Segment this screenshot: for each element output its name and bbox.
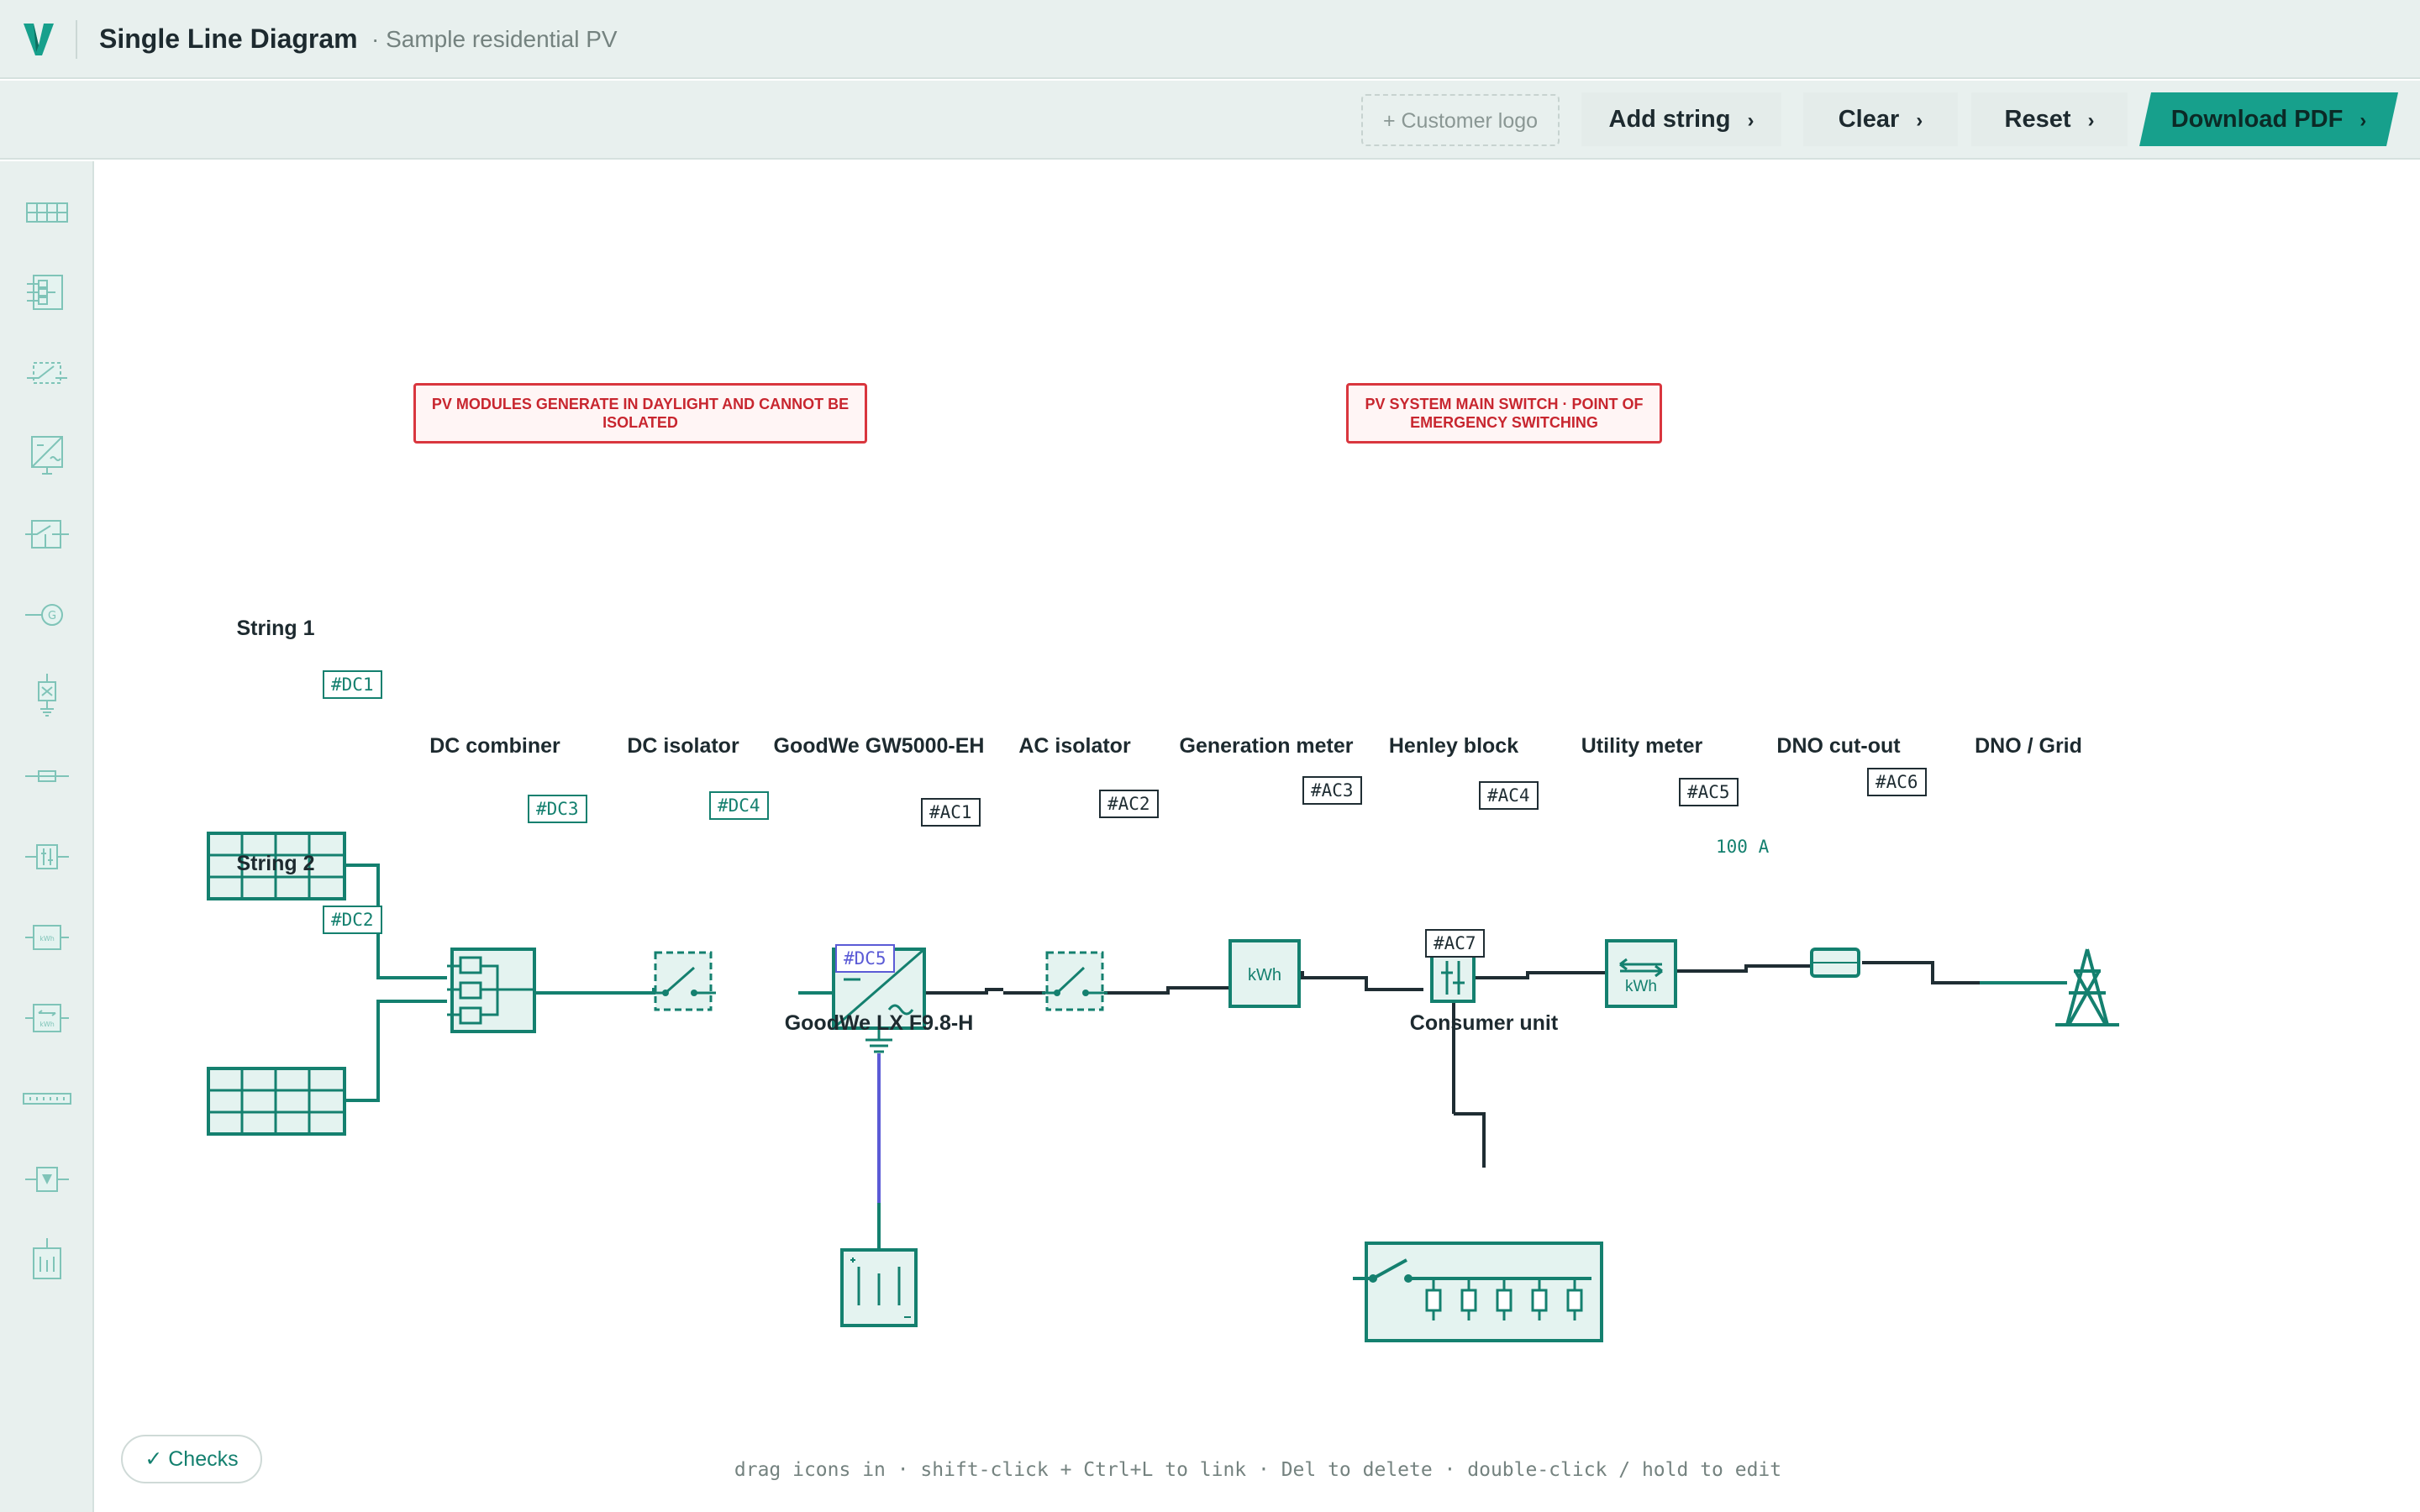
toolbar: + Customer logo Add string › Clear › Reset… — [0, 81, 2420, 160]
cable-tag-ac1[interactable]: #AC1 — [921, 798, 981, 827]
generation-meter-symbol[interactable]: kWh — [1228, 939, 1301, 1008]
single-line-diagram: kWh kWh — [207, 832, 2119, 1342]
label-dno-cutout[interactable]: DNO cut-out — [1776, 732, 1900, 759]
chevron-right-icon: › — [1916, 109, 1923, 132]
label-string-1[interactable]: String 1 — [236, 615, 314, 642]
battery-icon — [33, 1238, 61, 1279]
cable-tag-ac6[interactable]: #AC6 — [1867, 768, 1927, 796]
generator-icon: G — [25, 604, 63, 626]
page-title: Single Line Diagram — [99, 24, 358, 54]
label-dc-combiner[interactable]: DC combiner — [429, 732, 560, 759]
dc-combiner-symbol[interactable] — [447, 948, 536, 1033]
palette-dc-isolator[interactable] — [22, 348, 72, 398]
warning-pv-modules[interactable]: PV MODULES GENERATE IN DAYLIGHT AND CANN… — [413, 383, 867, 444]
cable-tag-ac3[interactable]: #AC3 — [1302, 776, 1362, 805]
inverter-icon — [31, 436, 63, 475]
palette-henley-block[interactable] — [22, 832, 72, 882]
consumer-unit-symbol[interactable] — [1353, 1242, 1603, 1342]
cable-tag-ac5[interactable]: #AC5 — [1679, 778, 1739, 806]
henley-block-icon — [25, 844, 69, 869]
add-string-label: Add string — [1608, 106, 1731, 133]
palette-generation-meter[interactable]: kWh — [22, 912, 72, 963]
meter-icon: kWh — [25, 925, 69, 950]
dc-combiner-icon — [27, 275, 63, 310]
label-dno-grid[interactable]: DNO / Grid — [1975, 732, 2082, 759]
palette-generator[interactable]: G — [22, 590, 72, 640]
label-consumer-unit[interactable]: Consumer unit — [1410, 1010, 1558, 1037]
palette-dc-combiner[interactable] — [22, 267, 72, 318]
chevron-right-icon: › — [2360, 109, 2367, 132]
label-henley-block[interactable]: Henley block — [1389, 732, 1518, 759]
warning-main-switch-text: PV SYSTEM MAIN SWITCH · POINT OF EMERGEN… — [1365, 396, 1644, 431]
palette-fuse[interactable] — [22, 751, 72, 801]
utility-meter-icon: kWh — [25, 1004, 69, 1032]
grid-pylon-symbol[interactable] — [1980, 948, 2119, 1026]
cable-tag-ac4[interactable]: #AC4 — [1479, 781, 1539, 810]
clear-label: Clear — [1838, 106, 1900, 133]
palette-rcd[interactable] — [22, 1154, 72, 1205]
ac-isolator-icon — [25, 520, 69, 549]
app-header: Single Line Diagram · Sample residential… — [0, 0, 2420, 79]
label-ac-isolator[interactable]: AC isolator — [1018, 732, 1130, 759]
label-utility-meter[interactable]: Utility meter — [1581, 732, 1702, 759]
cable-tag-ac2[interactable]: #AC2 — [1099, 790, 1159, 818]
cable-tag-dc3[interactable]: #DC3 — [528, 795, 587, 823]
label-inverter[interactable]: GoodWe GW5000-EH — [774, 732, 985, 759]
dc-wiring[interactable] — [345, 864, 882, 1102]
dno-cutout-symbol[interactable] — [1810, 948, 1860, 978]
utility-meter-symbol[interactable]: kWh — [1605, 939, 1677, 1008]
project-name: · Sample residential PV — [371, 26, 618, 52]
cable-tag-dc4[interactable]: #DC4 — [709, 791, 769, 820]
utility-meter-kwh-label: kWh — [1625, 978, 1657, 995]
reset-label: Reset — [2004, 106, 2071, 133]
palette-ac-isolator[interactable] — [22, 509, 72, 559]
palette-pv-array[interactable] — [22, 186, 72, 237]
label-string-2[interactable]: String 2 — [236, 850, 314, 877]
svg-text:kWh: kWh — [39, 1021, 55, 1028]
clear-button[interactable]: Clear › — [1803, 92, 1958, 146]
palette-busbar[interactable] — [22, 1074, 72, 1124]
component-palette: G kWh kWh — [0, 161, 94, 1512]
henley-block-symbol[interactable] — [1430, 953, 1476, 1003]
fuse-icon — [25, 770, 69, 782]
diagram-canvas[interactable]: kWh kWh PV MODULES GENERATE IN DAYLIGHT … — [96, 161, 2420, 1512]
chevron-right-icon: › — [1747, 109, 1754, 132]
rcd-icon — [25, 1167, 69, 1192]
label-dc-isolator[interactable]: DC isolator — [627, 732, 739, 759]
header-divider — [76, 20, 77, 59]
battery-symbol[interactable] — [840, 1218, 918, 1327]
palette-battery[interactable] — [22, 1235, 72, 1285]
label-generation-meter[interactable]: Generation meter — [1179, 732, 1353, 759]
cable-tag-ac7[interactable]: #AC7 — [1425, 929, 1485, 958]
pv-array-icon — [26, 202, 68, 223]
ac-isolator-symbol[interactable] — [1042, 951, 1107, 1011]
keyboard-hint: drag icons in · shift-click + Ctrl+L to … — [734, 1459, 1782, 1481]
app-logo-icon[interactable] — [22, 20, 55, 59]
spd-icon — [38, 674, 56, 717]
palette-utility-meter[interactable]: kWh — [22, 993, 72, 1043]
palette-spd[interactable] — [22, 670, 72, 721]
palette-inverter[interactable] — [22, 428, 72, 479]
gen-meter-kwh-label: kWh — [1248, 966, 1281, 984]
cable-tag-dc1[interactable]: #DC1 — [323, 670, 382, 699]
customer-logo-button[interactable]: + Customer logo — [1361, 94, 1560, 146]
warning-main-switch[interactable]: PV SYSTEM MAIN SWITCH · POINT OF EMERGEN… — [1346, 383, 1662, 444]
warning-pv-modules-text: PV MODULES GENERATE IN DAYLIGHT AND CANN… — [431, 396, 850, 431]
cable-tag-dc5[interactable]: #DC5 — [835, 944, 895, 973]
label-battery[interactable]: GoodWe LX F9.8-H — [785, 1010, 974, 1037]
download-pdf-label: Download PDF — [2170, 106, 2344, 133]
dc-isolator-symbol[interactable] — [650, 951, 716, 1011]
string-2-pv-array[interactable] — [207, 1067, 346, 1136]
svg-text:G: G — [48, 610, 56, 622]
cable-tag-dc2[interactable]: #DC2 — [323, 906, 382, 934]
busbar-icon — [23, 1093, 71, 1105]
fuse-rating-label: 100 A — [1716, 837, 1770, 857]
add-string-button[interactable]: Add string › — [1581, 92, 1781, 146]
chevron-right-icon: › — [2087, 109, 2095, 132]
download-pdf-button[interactable]: Download PDF › — [2139, 92, 2398, 146]
svg-text:kWh: kWh — [39, 935, 55, 942]
reset-button[interactable]: Reset › — [1971, 92, 2128, 146]
isolator-icon — [27, 362, 67, 384]
